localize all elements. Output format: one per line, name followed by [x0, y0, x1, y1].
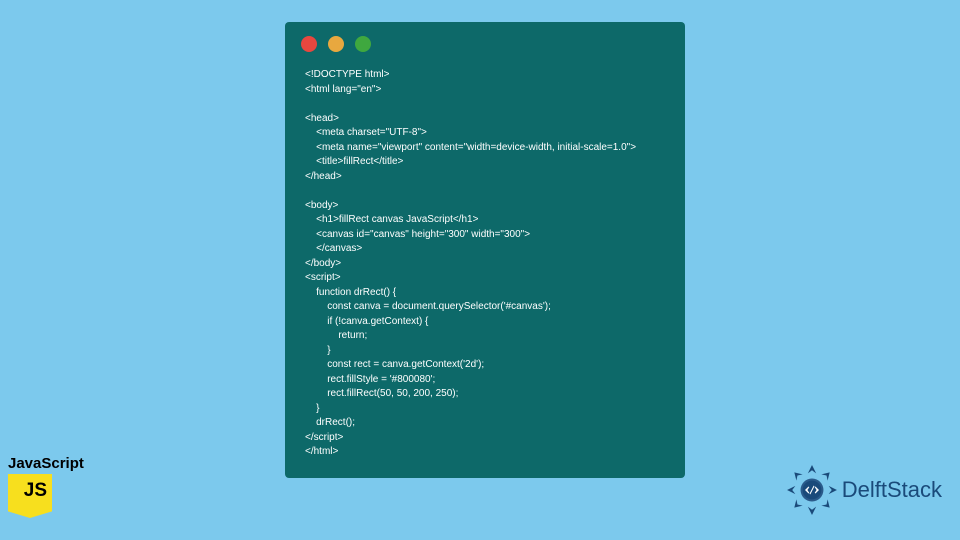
javascript-badge: JavaScript [8, 455, 84, 518]
delftstack-name: DelftStack [842, 477, 942, 503]
code-content: <!DOCTYPE html> <html lang="en"> <head> … [285, 62, 685, 460]
maximize-icon [355, 36, 371, 52]
delftstack-logo: DelftStack [786, 464, 942, 516]
javascript-icon [8, 474, 52, 518]
javascript-label: JavaScript [8, 455, 84, 472]
code-window: <!DOCTYPE html> <html lang="en"> <head> … [285, 22, 685, 478]
window-controls [285, 22, 685, 62]
minimize-icon [328, 36, 344, 52]
delftstack-icon [786, 464, 838, 516]
close-icon [301, 36, 317, 52]
